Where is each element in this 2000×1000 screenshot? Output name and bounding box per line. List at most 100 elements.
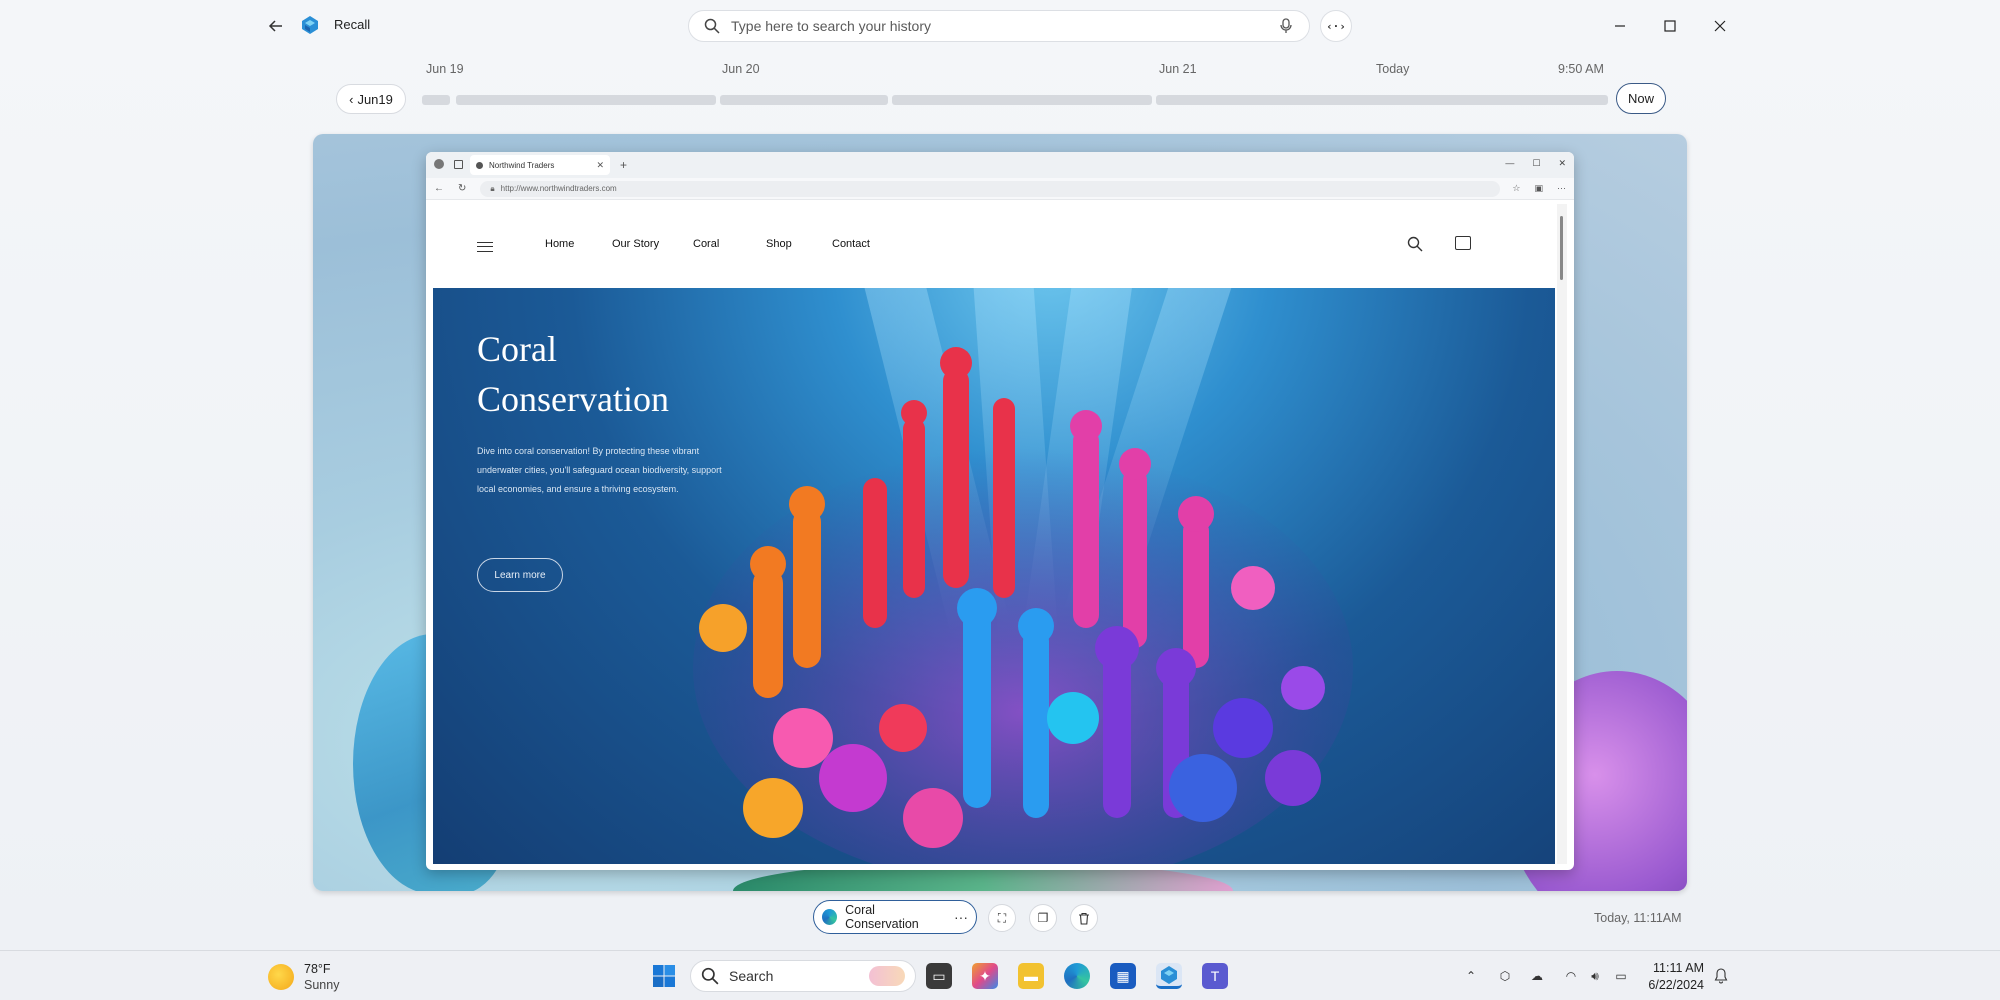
speaker-icon: 🔊︎	[1591, 968, 1599, 983]
timeline-segment[interactable]	[892, 95, 1152, 105]
recall-taskbar-button[interactable]	[1156, 963, 1182, 989]
browser-tab: Northwind Traders ✕	[470, 155, 610, 175]
browser-address-bar: ← ↻ 🔒︎ http://www.northwindtraders.com ☆…	[426, 178, 1574, 200]
now-button[interactable]: Now	[1616, 83, 1666, 114]
copilot-button[interactable]: ✦	[972, 963, 998, 989]
minimize-icon	[1615, 25, 1625, 27]
sun-icon[interactable]	[268, 964, 294, 990]
timeline-label: Jun 19	[426, 62, 464, 76]
hamburger-menu-icon	[477, 242, 493, 252]
site-nav-coral: Coral	[693, 238, 720, 250]
folder-icon: ▬	[1024, 968, 1038, 984]
more-options-icon[interactable]: ···	[954, 909, 968, 925]
copy-icon: ❐	[1037, 911, 1049, 925]
minimize-button[interactable]	[1600, 12, 1640, 40]
browser-tab-strip: Northwind Traders ✕ + — ☐ ✕	[426, 152, 1574, 178]
notifications-button[interactable]	[1712, 967, 1730, 985]
chevron-left-icon: ‹	[349, 91, 354, 107]
chevron-up-icon: ⌃	[1465, 969, 1477, 983]
weather-description[interactable]: Sunny	[304, 978, 339, 992]
browser-url-text: http://www.northwindtraders.com	[500, 184, 617, 193]
edge-browser-icon	[822, 909, 838, 925]
maximize-button[interactable]	[1650, 12, 1690, 40]
delete-button[interactable]	[1070, 904, 1098, 932]
timeline-labels: Jun 19 Jun 20 Jun 21 Today 9:50 AM	[0, 62, 2000, 78]
copilot-icon: ✦	[979, 967, 991, 984]
clock-date[interactable]: 6/22/2024	[1630, 978, 1704, 992]
new-tab-icon: +	[620, 158, 628, 172]
tab-close-icon: ✕	[596, 159, 604, 170]
taskbar-search[interactable]: Search	[690, 960, 916, 992]
show-hidden-icons-button[interactable]: ⌃	[1462, 967, 1480, 985]
bell-icon	[1714, 968, 1728, 984]
browser-refresh-icon: ↻	[458, 183, 467, 194]
battery-icon: ▭	[1615, 969, 1627, 983]
back-button[interactable]	[262, 14, 290, 38]
site-nav-home: Home	[545, 238, 575, 250]
title-bar: Recall ‹·›	[0, 0, 2000, 52]
previous-date-label: Jun19	[357, 91, 393, 107]
close-button[interactable]	[1700, 12, 1740, 40]
screenshot-icon: ⛶	[997, 910, 1007, 925]
hero-title-line: Conservation	[477, 379, 669, 419]
lock-icon: 🔒︎	[490, 183, 495, 193]
teams-icon: T	[1210, 968, 1220, 984]
copy-button[interactable]: ❐	[1029, 904, 1057, 932]
timeline-segment[interactable]	[720, 95, 888, 105]
maximize-icon	[1664, 20, 1676, 32]
search-icon	[703, 17, 721, 35]
timeline-label: Jun 20	[722, 62, 760, 76]
clock-time[interactable]: 11:11 AM	[1650, 961, 1704, 975]
page-scrollbar	[1557, 204, 1567, 864]
chat-icon	[1455, 236, 1471, 250]
timeline-segment[interactable]	[422, 95, 450, 105]
history-search-box[interactable]	[688, 10, 1310, 42]
network-button[interactable]: ◠	[1562, 967, 1580, 985]
learn-more-button: Learn more	[477, 558, 563, 592]
arrow-left-icon	[268, 20, 282, 32]
edge-button[interactable]	[1064, 963, 1090, 989]
browser-back-icon: ←	[434, 183, 444, 194]
site-nav-shop: Shop	[766, 238, 792, 250]
snapshot-preview[interactable]: Northwind Traders ✕ + — ☐ ✕ ← ↻ 🔒︎ http:…	[313, 134, 1687, 891]
recall-logo-icon	[302, 16, 318, 34]
recall-logo-icon	[1161, 965, 1177, 984]
hero-title: Coral Conservation	[477, 324, 777, 424]
volume-button[interactable]: 🔊︎	[1586, 967, 1604, 985]
site-favicon-icon	[476, 161, 483, 169]
search-highlight-icon	[869, 966, 905, 986]
site-nav-our-story: Our Story	[612, 238, 660, 250]
snapshot-timestamp: Today, 11:11AM	[1594, 911, 1682, 925]
history-search-input[interactable]	[731, 18, 1277, 34]
hero-section: Coral Conservation Dive into coral conse…	[433, 288, 1555, 864]
timeline-segment[interactable]	[1156, 95, 1608, 105]
search-icon	[701, 967, 719, 985]
snapshot-toolbar: Coral Conservation ··· ⛶ ❐ Today, 11:11A…	[0, 900, 2000, 936]
battery-button[interactable]: ▭	[1612, 967, 1630, 985]
code-brackets-button[interactable]: ‹·›	[1320, 10, 1352, 42]
microphone-icon[interactable]	[1277, 17, 1295, 35]
store-button[interactable]: ▦	[1110, 963, 1136, 989]
collections-icon: ▣	[1534, 183, 1543, 193]
windows-taskbar: 78°F Sunny Search ▭ ✦ ▬ ▦ T ⌃ ⬡ ☁ ◠ 🔊︎ ▭…	[0, 950, 2000, 1000]
weather-temperature[interactable]: 78°F	[304, 962, 331, 976]
snapshot-app-chip-label: Coral Conservation	[845, 903, 919, 931]
onedrive-button[interactable]: ☁	[1528, 967, 1546, 985]
maximize-icon: ☐	[1532, 158, 1541, 168]
hero-title-line: Coral	[477, 329, 557, 369]
screenshot-button[interactable]: ⛶	[988, 904, 1016, 932]
snapshot-app-chip[interactable]: Coral Conservation ···	[813, 900, 977, 934]
browser-url: 🔒︎ http://www.northwindtraders.com	[480, 180, 1501, 197]
tab-actions-icon	[454, 160, 463, 169]
previous-date-button[interactable]: ‹ Jun19	[336, 84, 406, 114]
start-button[interactable]	[651, 963, 677, 989]
profile-icon	[434, 159, 444, 169]
browser-toolbar-icons: ☆ ▣ ···	[1512, 183, 1566, 194]
timeline-label: 9:50 AM	[1558, 62, 1604, 76]
task-view-button[interactable]: ▭	[926, 963, 952, 989]
hero-description: Dive into coral conservation! By protect…	[477, 446, 722, 494]
tray-app-button[interactable]: ⬡	[1496, 967, 1514, 985]
file-explorer-button[interactable]: ▬	[1018, 963, 1044, 989]
teams-button[interactable]: T	[1202, 963, 1228, 989]
timeline-segment[interactable]	[456, 95, 716, 105]
